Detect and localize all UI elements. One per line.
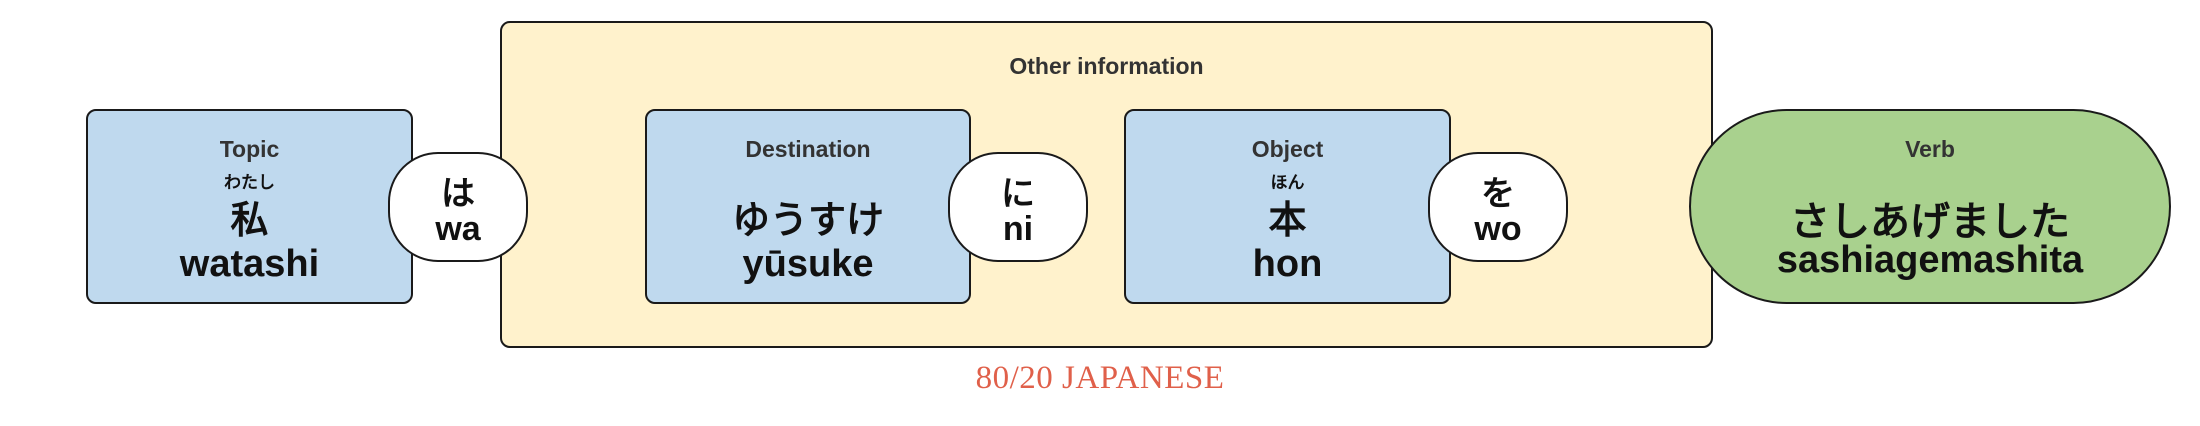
particle-wa: は wa [388,152,528,262]
particle-wo-kana: を [1481,174,1515,214]
topic-romaji: watashi [179,243,320,285]
destination-card: Destination ゆうすけ yūsuke [645,109,971,304]
particle-wo: を wo [1428,152,1568,262]
topic-kana: 私 [230,198,269,242]
particle-ni-kana: に [1001,174,1035,214]
particle-wa-kana: は [441,174,475,214]
verb-role-label: Verb [1905,136,1955,162]
destination-role-label: Destination [745,136,871,162]
particle-wa-romaji: wa [435,210,481,248]
object-role-label: Object [1251,136,1324,162]
destination-kana: ゆうすけ [731,198,884,242]
particle-ni-romaji: ni [1002,210,1034,248]
brand-logo-text: 80/20 JAPANESE [975,360,1225,396]
particle-ni: に ni [948,152,1088,262]
verb-pill: Verb さしあげました sashiagemashita [1689,109,2171,304]
topic-role-label: Topic [219,136,280,162]
sentence-diagram: Other information Topic わたし 私 watashi は … [0,0,2200,426]
object-romaji: hon [1252,243,1323,285]
destination-romaji: yūsuke [742,243,874,285]
other-information-label: Other information [1009,53,1204,79]
topic-card: Topic わたし 私 watashi [86,109,413,304]
particle-wo-romaji: wo [1474,210,1522,248]
verb-romaji: sashiagemashita [1776,239,2084,281]
object-kana: 本 [1268,198,1307,242]
object-card: Object ほん 本 hon [1124,109,1451,304]
